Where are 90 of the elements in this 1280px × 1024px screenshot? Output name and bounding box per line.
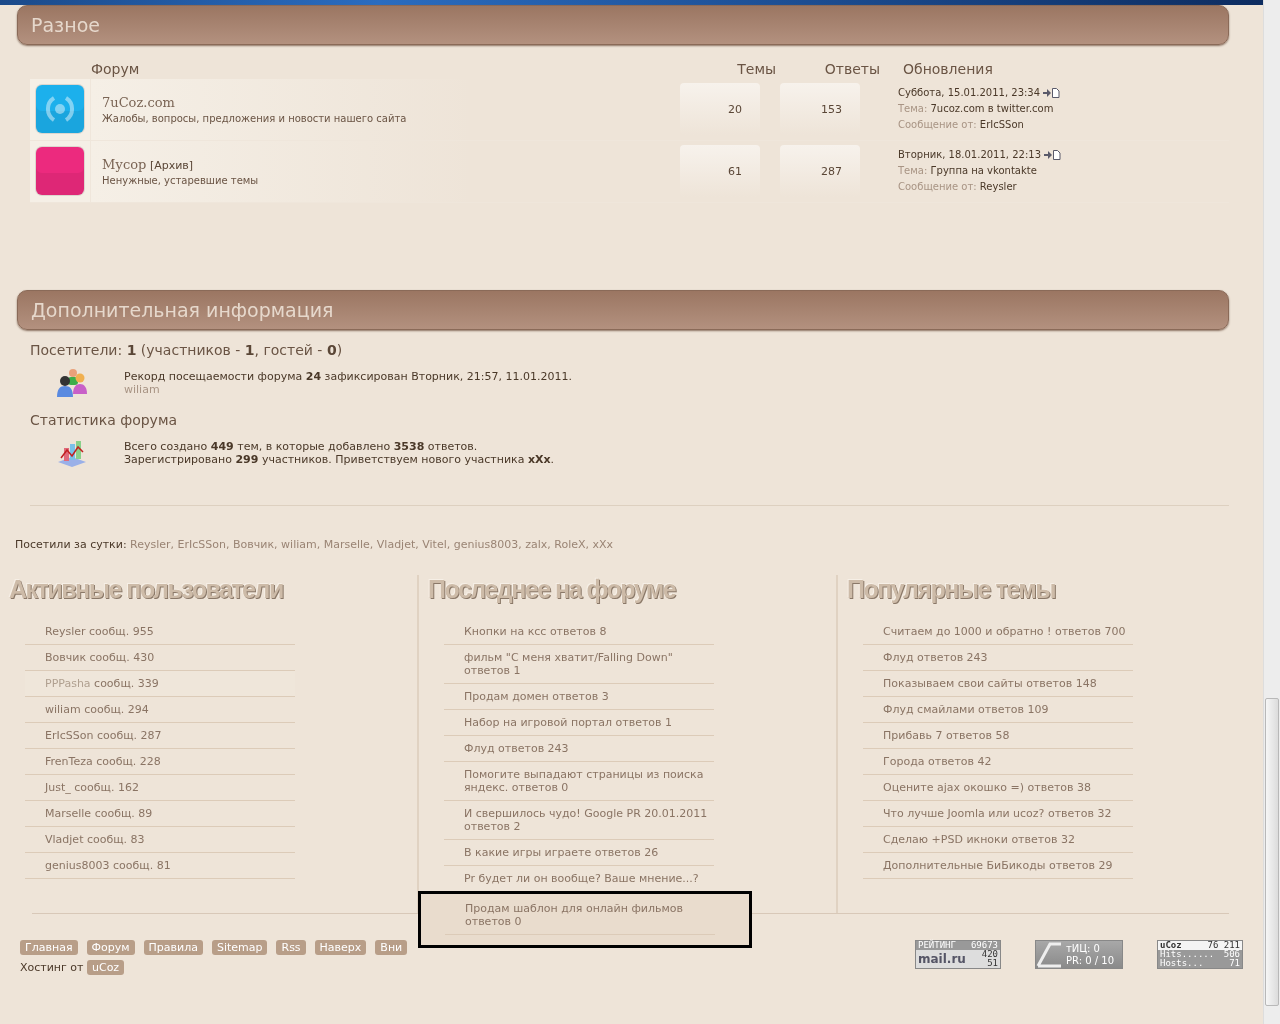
hosting-label: Хостинг от [20, 961, 84, 975]
nav-link[interactable]: Наверх [314, 940, 367, 956]
column-header: Форум [90, 61, 141, 77]
topic-link[interactable]: Флуд ответов 243 [464, 742, 714, 756]
user-link[interactable]: ErIcSSon [45, 729, 94, 743]
post-count: сообщ. 339 [94, 677, 159, 691]
rating-counter[interactable]: РЕЙТИНГ 69673 mail.ru 420 51 [915, 940, 1001, 970]
visitors-summary: Посетители: 1 (участников - 1, гостей - 0) [30, 342, 344, 359]
post-count: сообщ. 430 [89, 651, 155, 665]
topic-link[interactable]: Группа на vkontakte [930, 165, 1037, 177]
last-post-date: Суббота, 15.01.2011, 23:34 [898, 87, 1041, 99]
topic-link[interactable]: Продам шаблон для онлайн фильмов ответов 0 [465, 902, 715, 929]
post-count: сообщ. 228 [96, 755, 161, 769]
user-link[interactable]: PPPasha [45, 677, 91, 691]
forum-description: Ненужные, устаревшие темы [102, 175, 260, 186]
user-link[interactable]: genius8003 [45, 859, 110, 873]
users-icon [56, 368, 88, 399]
topic-link[interactable]: 7ucoz.com в twitter.com [930, 103, 1054, 115]
post-count: сообщ. 89 [94, 807, 153, 821]
statistics-line: Зарегистрировано 299 участников. Приветствуем нового участника xXx. [124, 453, 555, 467]
author-link[interactable]: Reysler [979, 181, 1017, 193]
nav-link[interactable]: Вни [375, 940, 408, 956]
topic-link[interactable]: Набор на игровой портал ответов 1 [464, 716, 714, 730]
topic-label: Тема: [898, 103, 928, 115]
user-link[interactable]: Reysler [45, 625, 86, 639]
topic-link[interactable]: Помогите выпадают страницы из поиска яндекс. ответов 0 [464, 768, 714, 795]
nav-link[interactable]: Sitemap [211, 940, 268, 956]
topic-link[interactable]: Считаем до 1000 и обратно ! ответов 700 [883, 625, 1133, 639]
last-post-date: Вторник, 18.01.2011, 22:13 [898, 149, 1042, 161]
topic-link[interactable]: Pr будет ли он вообще? Ваше мнение...? [464, 872, 714, 886]
topic-label: Тема: [898, 165, 928, 177]
post-count: сообщ. 294 [84, 703, 149, 717]
topic-link[interactable]: Оцените ajax окошко =) ответов 38 [883, 781, 1133, 795]
statistics-title: Статистика форума [30, 412, 179, 429]
chart-icon [56, 438, 88, 469]
column-header: Ответы [823, 61, 880, 77]
column-heading: Активные пользователи [9, 575, 284, 606]
user-link[interactable]: Vladjet [45, 833, 84, 847]
topic-link[interactable]: Кнопки на ксс ответов 8 [464, 625, 714, 639]
user-link[interactable]: wiliam [45, 703, 81, 717]
section-title: Разное [31, 14, 100, 36]
column-header: Обновления [902, 61, 994, 77]
nav-link[interactable]: Правила [143, 940, 203, 956]
topic-link[interactable]: Показываем свои сайты ответов 148 [883, 677, 1133, 691]
author-link[interactable]: ErIcSSon [979, 119, 1024, 131]
topic-link[interactable]: Города ответов 42 [883, 755, 1133, 769]
user-link[interactable]: FrenTeza [45, 755, 93, 769]
scrollbar-thumb[interactable] [1265, 698, 1279, 1006]
topic-link[interactable]: Продам домен ответов 3 [464, 690, 714, 704]
user-link[interactable]: Вовчик [45, 651, 87, 665]
post-count: сообщ. 81 [113, 859, 171, 873]
hosting-link[interactable]: uCoz [87, 960, 125, 976]
section-title: Дополнительная информация [31, 299, 334, 322]
forum-link[interactable]: Мусор [102, 157, 147, 172]
user-link[interactable]: wiliam [124, 383, 572, 397]
ucoz-counter[interactable]: uCoz 76 211 Hits...... 506 Hosts... 71 [1157, 940, 1243, 970]
archive-tag: [Архив] [149, 159, 194, 172]
column-heading: Популярные темы [847, 575, 1057, 606]
topic-link[interactable]: Что лучше Joomla или ucoz? ответов 32 [883, 807, 1133, 821]
user-link[interactable]: Marselle [45, 807, 92, 821]
attendance-record: Рекорд посещаемости форума 24 зафиксирован Вторник, 21:57, 11.01.2011. [124, 370, 572, 384]
visited-label: Посетили за сутки: [15, 537, 127, 551]
post-count: сообщ. 955 [89, 625, 154, 639]
forum-link[interactable]: 7uCoz.com [102, 95, 175, 110]
post-count: сообщ. 83 [86, 833, 145, 847]
topic-link[interactable]: В какие игры играете ответов 26 [464, 846, 714, 860]
statistics-line: Всего создано 449 тем, в которые добавлено 3538 ответов. [124, 440, 479, 454]
forum-description: Жалобы, вопросы, предложения и новости нашего сайта [102, 113, 408, 124]
topic-link[interactable]: Флуд смайлами ответов 109 [883, 703, 1133, 717]
user-list: Reysler, ErIcSSon, Вовчик, wiliam, Marselle, Vladjet, Vitel, genius8003, zalx, RoleX, xXx [130, 537, 614, 551]
topic-link[interactable]: И свершилось чудо! Google PR 20.01.2011 ответов 2 [464, 807, 714, 834]
user-link[interactable]: Just_ [45, 781, 71, 795]
author-label: Сообщение от: [898, 119, 977, 131]
column-header: Темы [736, 61, 777, 77]
column-heading: Последнее на форуме [428, 575, 677, 606]
pagerank-counter[interactable]: тИЦ: 0 PR: 0 / 10 [1035, 940, 1123, 970]
go-to-post-icon[interactable] [1043, 88, 1061, 99]
author-label: Сообщение от: [898, 181, 977, 193]
topic-link[interactable]: Дополнительные БиБикоды ответов 29 [883, 859, 1133, 873]
topic-link[interactable]: Сделаю +PSD икноки ответов 32 [883, 833, 1133, 847]
post-count: сообщ. 287 [96, 729, 162, 743]
nav-link[interactable]: Главная [20, 940, 78, 956]
go-to-post-icon[interactable] [1044, 150, 1062, 161]
topic-link[interactable]: Флуд ответов 243 [883, 651, 1133, 665]
nav-link[interactable]: Форум [86, 940, 135, 956]
topic-link[interactable]: фильм "С меня хватит/Falling Down" ответов 1 [464, 651, 714, 678]
topic-link[interactable]: Прибавь 7 ответов 58 [883, 729, 1133, 743]
nav-link[interactable]: Rss [276, 940, 306, 956]
post-count: сообщ. 162 [74, 781, 139, 795]
pr-logo-icon [1036, 941, 1062, 969]
